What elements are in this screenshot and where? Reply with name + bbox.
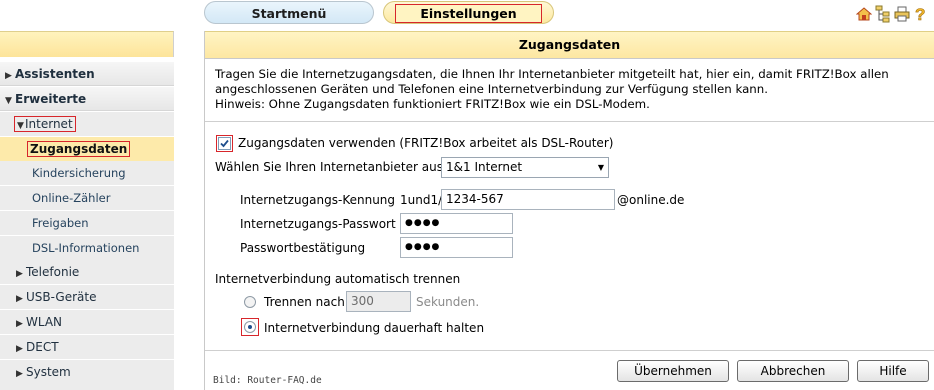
password-label: Internetzugangs-Passwort [240,217,396,231]
intro-line: angeschlossenen Geräten und Telefonen ei… [215,82,769,96]
intro-text: Tragen Sie die Internetzugangsdaten, die… [215,67,915,112]
sidebar-item-internet[interactable]: ▼Internet [0,112,174,136]
seconds-label: Sekunden. [416,295,480,309]
sidebar-item-label: USB-Geräte [26,290,97,304]
intro-line: Hinweis: Ohne Zugangsdaten funktioniert … [215,97,650,111]
internet-highlight: ▼Internet [14,116,76,132]
login-suffix: @online.de [617,193,685,207]
sidebar-item-zugangsdaten[interactable]: Zugangsdaten [0,137,174,161]
page-title: Zugangsdaten [205,31,934,59]
image-credit: Bild: Router-FAQ.de [213,375,322,386]
sidebar-header [0,31,174,57]
sidebar-item-kindersicherung[interactable]: Kindersicherung [0,161,174,185]
login-input[interactable]: 1234-567 [441,189,615,210]
sidebar-item-label: Telefonie [26,265,80,279]
intro-line: Tragen Sie die Internetzugangsdaten, die… [215,67,889,81]
password-confirm-input[interactable]: ●●●● [400,237,513,258]
provider-select-value: 1&1 Internet [446,160,523,174]
sidebar-item-dsl-informationen[interactable]: DSL-Informationen [0,236,174,260]
sidebar-item-freigaben[interactable]: Freigaben [0,211,174,235]
sidebar-item-label: DECT [26,340,59,354]
sidebar-item-label: Freigaben [32,216,89,230]
use-credentials-label: Zugangsdaten verwenden (FRITZ!Box arbeit… [238,136,614,150]
keep-alive-label: Internetverbindung dauerhaft halten [264,321,485,335]
chevron-right-icon: ▶ [16,369,23,379]
home-icon[interactable] [856,5,872,23]
disconnect-seconds-input[interactable]: 300 [346,291,411,312]
keep-alive-radio[interactable] [244,321,256,333]
chevron-right-icon: ▶ [16,319,23,329]
sidebar-item-wlan[interactable]: ▶ WLAN [0,310,174,334]
tab-einstellungen-label: Einstellungen [395,4,542,23]
main-panel: Zugangsdaten Tragen Sie die Internetzuga… [204,31,934,390]
use-credentials-checkbox[interactable] [218,137,231,150]
tab-startmenu[interactable]: Startmenü [204,1,374,24]
chevron-right-icon: ▶ [16,344,23,354]
sidebar-item-label: Zugangsdaten [27,141,131,157]
sidebar-item-label: System [26,365,71,379]
disconnect-after-label: Trennen nach [264,295,345,309]
apply-button[interactable]: Übernehmen [617,360,729,382]
sidebar-item-label: DSL-Informationen [32,241,140,255]
confirm-label: Passwortbestätigung [240,241,366,255]
help-icon[interactable]: ? [913,5,929,23]
provider-select[interactable]: 1&1 Internet ▼ [441,157,609,178]
sidebar-item-assistenten[interactable]: ▶ Assistenten [0,62,174,86]
password-input[interactable]: ●●●● [400,213,513,234]
divider [205,350,934,351]
disconnect-after-radio[interactable] [244,296,256,308]
provider-label: Wählen Sie Ihren Internetanbieter aus: [215,160,447,174]
help-button[interactable]: Hilfe [857,360,929,382]
cancel-button[interactable]: Abbrechen [737,360,849,382]
tab-einstellungen[interactable]: Einstellungen [383,1,554,24]
chevron-right-icon: ▶ [16,269,23,279]
login-label: Internetzugangs-Kennung [240,193,396,207]
svg-text:?: ? [915,5,925,23]
sidebar-item-system[interactable]: ▶ System [0,360,174,390]
disconnect-heading: Internetverbindung automatisch trennen [215,272,461,286]
sidebar-item-label: WLAN [26,315,63,329]
sidebar-item-erweiterte-einstellungen[interactable]: ▼Erweiterte Einstellungen [0,87,174,132]
divider [205,121,934,122]
chevron-down-icon: ▼ [17,121,24,131]
sidebar-item-dect[interactable]: ▶ DECT [0,335,174,359]
printer-icon[interactable] [894,5,910,23]
tab-startmenu-label: Startmenü [251,6,327,21]
sidebar-item-usb-geraete[interactable]: ▶ USB-Geräte [0,285,174,309]
sidebar-item-label: Online-Zähler [32,191,111,205]
sitemap-icon[interactable] [875,5,891,23]
login-prefix: 1und1/ [400,193,443,207]
sidebar-item-online-zaehler[interactable]: Online-Zähler [0,186,174,210]
sidebar-item-label: Kindersicherung [32,166,126,180]
chevron-down-icon: ▼ [5,96,12,106]
sidebar-item-label: Assistenten [15,67,95,81]
sidebar-item-label: Internet [25,117,73,131]
sidebar-item-telefonie[interactable]: ▶ Telefonie [0,260,174,284]
chevron-right-icon: ▶ [16,294,23,304]
chevron-right-icon: ▶ [5,71,12,81]
checkmark-icon [220,139,229,148]
chevron-down-icon: ▼ [597,163,604,172]
